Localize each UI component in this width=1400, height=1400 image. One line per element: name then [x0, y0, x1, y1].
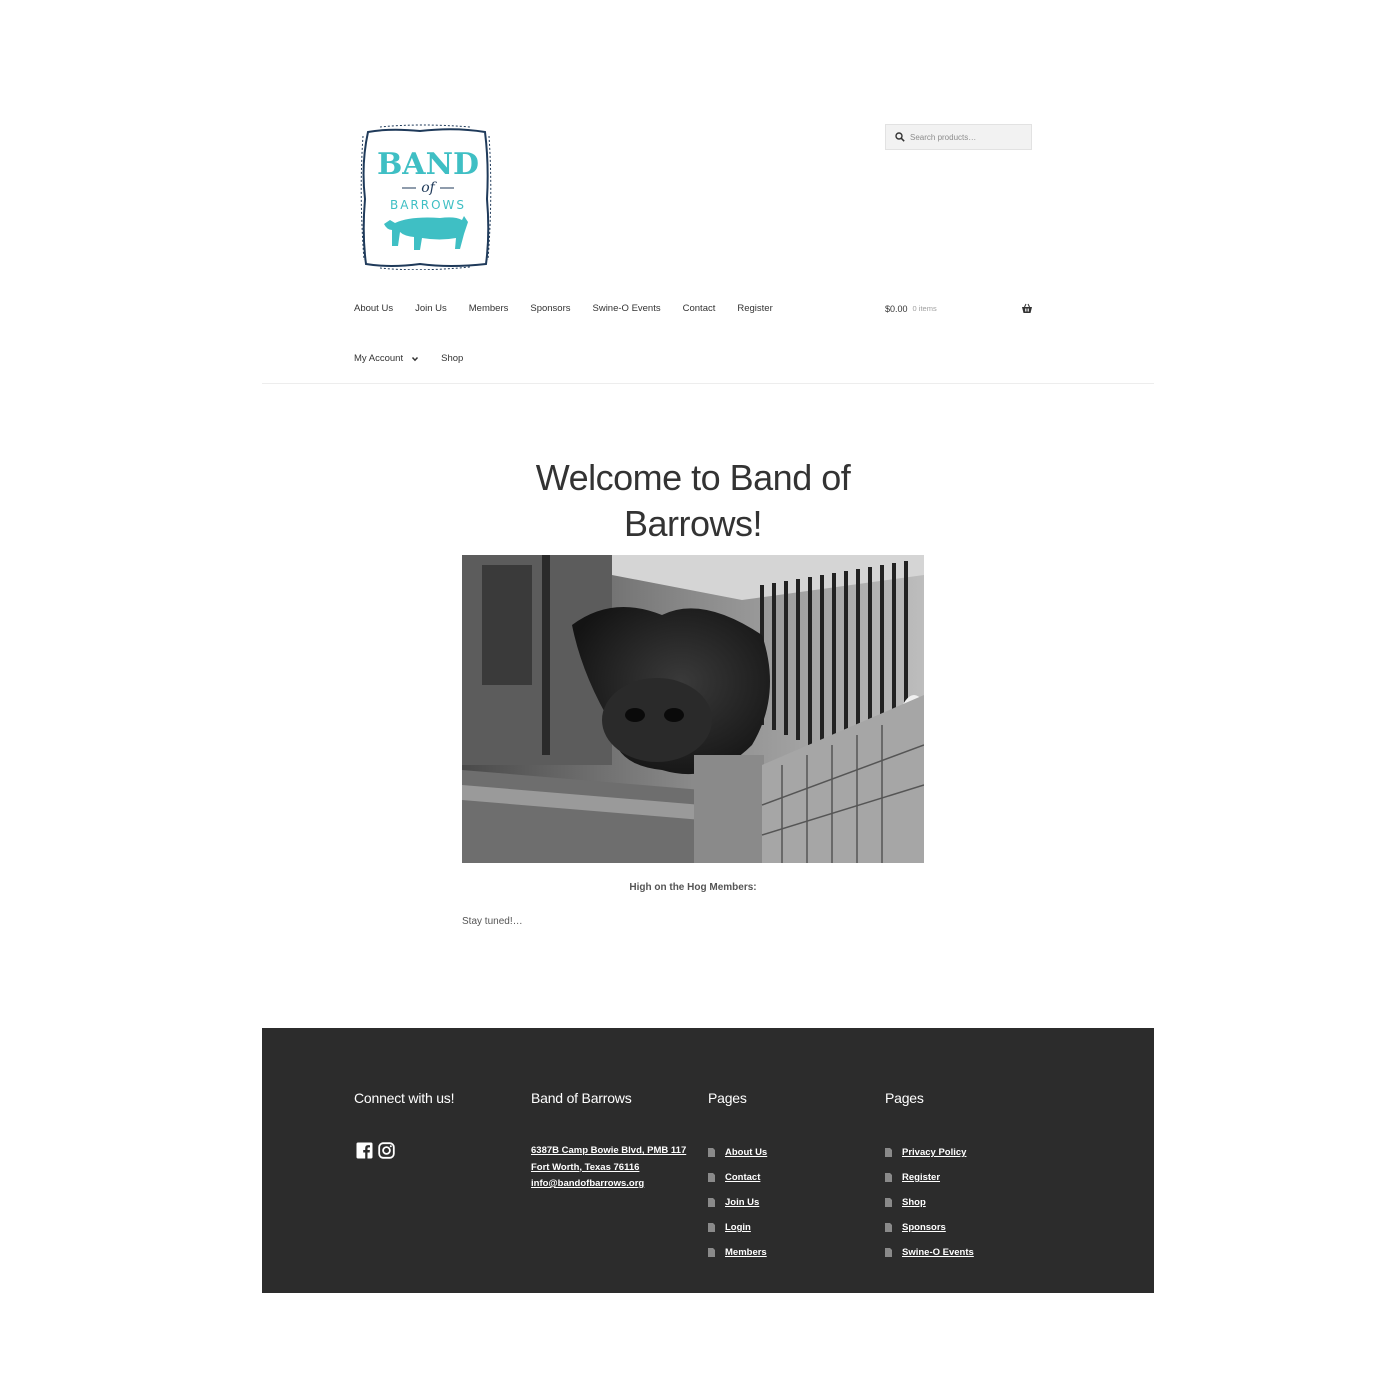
page-icon — [885, 1248, 892, 1257]
basket-icon — [1022, 303, 1032, 313]
list-item: Sponsors — [885, 1215, 974, 1240]
header-divider — [262, 383, 1154, 384]
footer-heading-org: Band of Barrows — [531, 1090, 632, 1106]
cart-count: 0 items — [912, 304, 937, 313]
footer-col-org: Band of Barrows — [531, 1090, 632, 1106]
svg-text:BARROWS: BARROWS — [390, 198, 466, 212]
list-item: Contact — [708, 1165, 767, 1190]
nav-item-shop[interactable]: Shop — [441, 353, 463, 364]
nav-item-about-us[interactable]: About Us — [354, 303, 393, 314]
page-icon — [708, 1248, 715, 1257]
image-caption: High on the Hog Members: — [629, 882, 757, 893]
list-item: Join Us — [708, 1190, 767, 1215]
secondary-nav: My Account Shop — [354, 353, 463, 364]
nav-item-join-us[interactable]: Join Us — [415, 303, 447, 314]
footer-heading-pages-2: Pages — [885, 1090, 924, 1106]
list-item: Privacy Policy — [885, 1140, 974, 1165]
nav-item-my-account[interactable]: My Account — [354, 353, 419, 364]
address-line-2-link[interactable]: Fort Worth, Texas 76116 — [531, 1160, 686, 1177]
site-logo[interactable]: BAND of BARROWS — [360, 124, 492, 271]
hero-image-pig — [462, 555, 924, 863]
cart-amount: $0.00 — [885, 303, 908, 314]
chevron-down-icon — [412, 356, 419, 361]
footer-col-pages-1: Pages — [708, 1090, 747, 1106]
footer-link-contact[interactable]: Contact — [725, 1172, 760, 1183]
email-link[interactable]: info@bandofbarrows.org — [531, 1176, 686, 1193]
nav-item-contact[interactable]: Contact — [683, 303, 716, 314]
body-text: Stay tuned!… — [462, 916, 523, 927]
footer-pages-list-2: Privacy Policy Register Shop Sponsors Sw… — [885, 1140, 974, 1265]
footer-link-shop[interactable]: Shop — [902, 1197, 926, 1208]
page-icon — [708, 1148, 715, 1157]
site-footer: Connect with us! Band of Barrows 6387B C… — [262, 1028, 1154, 1293]
page-icon — [708, 1223, 715, 1232]
footer-link-register[interactable]: Register — [902, 1172, 940, 1183]
footer-heading-connect: Connect with us! — [354, 1090, 455, 1106]
footer-col-connect: Connect with us! — [354, 1090, 454, 1106]
search-icon — [895, 132, 905, 142]
footer-link-about-us[interactable]: About Us — [725, 1147, 767, 1158]
page-icon — [885, 1148, 892, 1157]
page-icon — [885, 1223, 892, 1232]
svg-text:BAND: BAND — [377, 147, 479, 182]
site-container: BAND of BARROWS About Us Join Us Members… — [262, 0, 1154, 1293]
footer-col-pages-2: Pages — [885, 1090, 924, 1106]
facebook-icon[interactable] — [356, 1142, 373, 1159]
list-item: Login — [708, 1215, 767, 1240]
footer-link-swine-o-events[interactable]: Swine-O Events — [902, 1247, 974, 1258]
search-input[interactable] — [910, 132, 1025, 142]
instagram-icon[interactable] — [378, 1142, 395, 1159]
nav-item-my-account-label: My Account — [354, 353, 404, 364]
list-item: Shop — [885, 1190, 974, 1215]
list-item: Members — [708, 1240, 767, 1265]
logo-graphic: BAND of BARROWS — [360, 124, 492, 271]
nav-item-swine-o-events[interactable]: Swine-O Events — [593, 303, 661, 314]
search-field[interactable] — [885, 124, 1032, 150]
list-item: About Us — [708, 1140, 767, 1165]
page-icon — [708, 1173, 715, 1182]
footer-link-members[interactable]: Members — [725, 1247, 767, 1258]
page-icon — [708, 1198, 715, 1207]
footer-pages-list-1: About Us Contact Join Us Login Members — [708, 1140, 767, 1265]
footer-link-join-us[interactable]: Join Us — [725, 1197, 759, 1208]
list-item: Register — [885, 1165, 974, 1190]
social-icons — [356, 1142, 400, 1159]
primary-nav: About Us Join Us Members Sponsors Swine-… — [354, 303, 795, 314]
page-title: Welcome to Band of Barrows! — [535, 457, 851, 544]
nav-item-sponsors[interactable]: Sponsors — [530, 303, 570, 314]
address-line-1-link[interactable]: 6387B Camp Bowie Blvd, PMB 117 — [531, 1143, 686, 1160]
footer-heading-pages-1: Pages — [708, 1090, 747, 1106]
mini-cart[interactable]: $0.00 0 items — [885, 303, 1033, 314]
footer-link-login[interactable]: Login — [725, 1222, 751, 1233]
list-item: Swine-O Events — [885, 1240, 974, 1265]
nav-item-members[interactable]: Members — [469, 303, 509, 314]
nav-item-register[interactable]: Register — [737, 303, 772, 314]
page-icon — [885, 1173, 892, 1182]
page-icon — [885, 1198, 892, 1207]
footer-link-sponsors[interactable]: Sponsors — [902, 1222, 946, 1233]
footer-link-privacy-policy[interactable]: Privacy Policy — [902, 1147, 966, 1158]
footer-address: 6387B Camp Bowie Blvd, PMB 117 Fort Wort… — [531, 1143, 686, 1193]
